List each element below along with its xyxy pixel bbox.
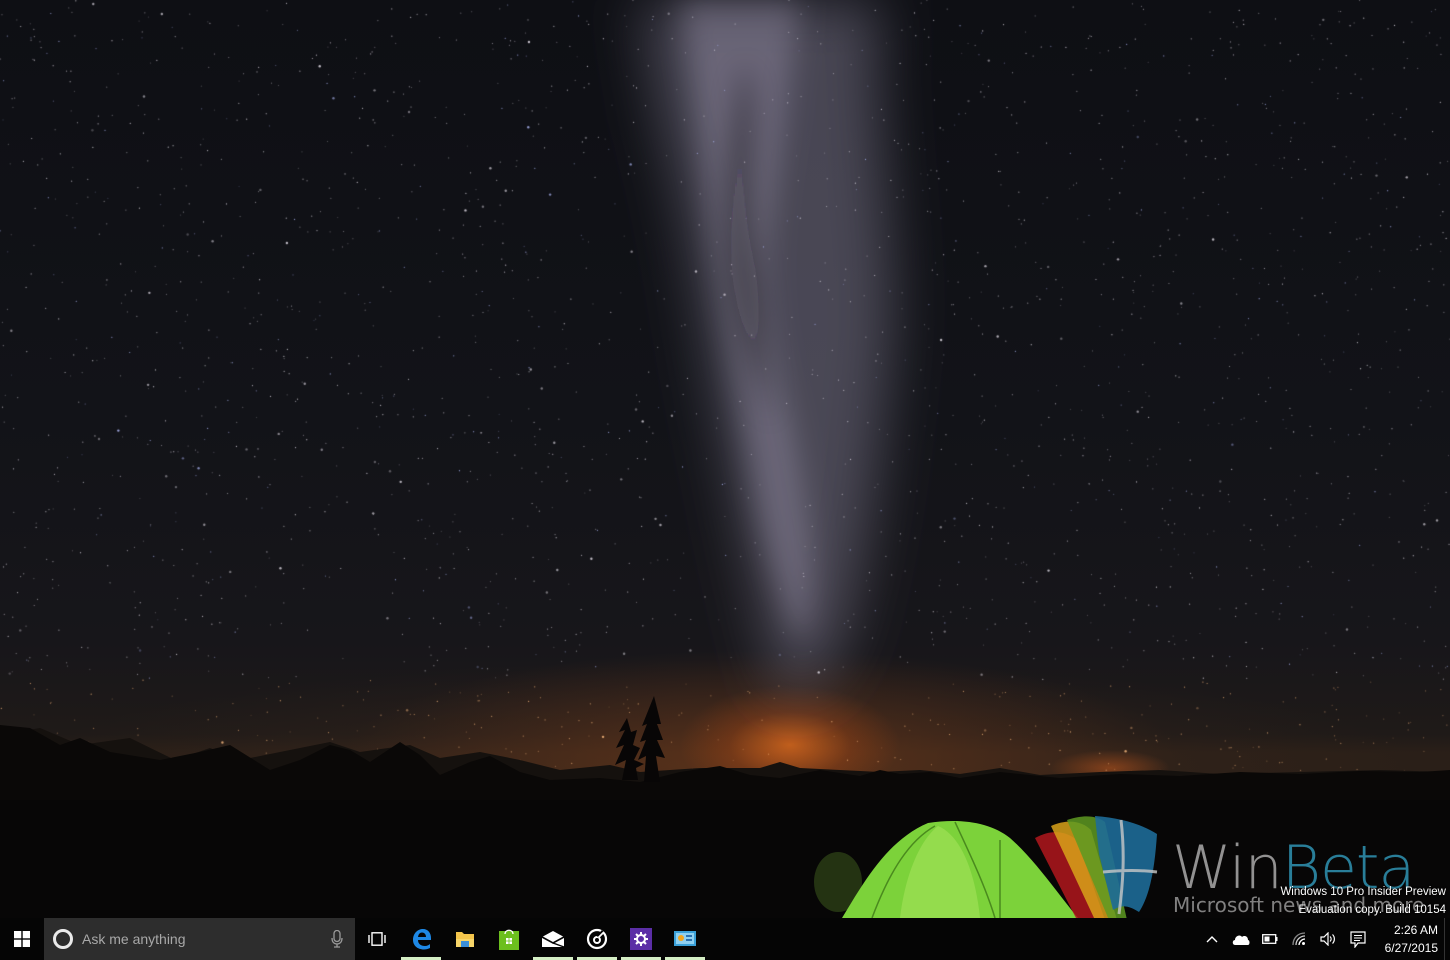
show-hidden-icons-button[interactable] [1197, 918, 1226, 960]
onedrive-button[interactable] [1226, 918, 1255, 960]
file-explorer-icon [456, 932, 474, 947]
edge-icon [413, 929, 431, 950]
winbeta-logo-icon [1035, 816, 1158, 920]
windows-logo-icon [14, 931, 30, 947]
mail-icon [541, 931, 565, 948]
volume-icon [1319, 932, 1335, 946]
wifi-button[interactable] [1284, 918, 1313, 960]
taskbar-app-store[interactable] [487, 918, 531, 960]
chevron-up-icon [1206, 936, 1217, 943]
taskbar-app-edge[interactable] [399, 918, 443, 960]
task-view-button[interactable] [355, 918, 399, 960]
control-panel-icon [674, 931, 696, 946]
taskbar: Ask me anything 2:26 AM 6/27/2015 [0, 918, 1450, 960]
taskbar-app-settings[interactable] [619, 918, 663, 960]
search-placeholder: Ask me anything [82, 931, 186, 947]
action-center-button[interactable] [1342, 918, 1374, 960]
cortana-search-box[interactable]: Ask me anything [44, 918, 355, 960]
volume-button[interactable] [1313, 918, 1342, 960]
task-view-icon [368, 932, 386, 946]
start-button[interactable] [0, 918, 44, 960]
taskbar-app-file-explorer[interactable] [443, 918, 487, 960]
taskbar-app-control-panel[interactable] [663, 918, 707, 960]
edition-text: Windows 10 Pro Insider Preview [1280, 886, 1446, 898]
clock[interactable]: 2:26 AM 6/27/2015 [1374, 918, 1444, 960]
battery-button[interactable] [1255, 918, 1284, 960]
microphone-icon[interactable] [331, 930, 343, 948]
battery-icon [1261, 934, 1277, 944]
desktop-wallpaper [0, 0, 1450, 918]
evaluation-watermark: Windows 10 Pro Insider Preview Evaluatio… [1280, 883, 1446, 919]
wifi-icon [1291, 932, 1305, 946]
onedrive-icon [1232, 935, 1249, 945]
landscape [0, 696, 1450, 918]
taskbar-app-mail[interactable] [531, 918, 575, 960]
settings-icon [630, 928, 652, 950]
build-text: Evaluation copy. Build 10154 [1298, 904, 1446, 916]
system-tray: 2:26 AM 6/27/2015 [1197, 918, 1450, 960]
groove-music-icon [586, 928, 608, 950]
clock-date: 6/27/2015 [1384, 941, 1438, 955]
taskbar-app-groove-music[interactable] [575, 918, 619, 960]
store-icon [499, 929, 519, 950]
cortana-icon[interactable] [53, 929, 73, 949]
clock-time: 2:26 AM [1393, 923, 1438, 937]
action-center-icon [1350, 930, 1366, 948]
show-desktop-button[interactable] [1444, 918, 1450, 960]
